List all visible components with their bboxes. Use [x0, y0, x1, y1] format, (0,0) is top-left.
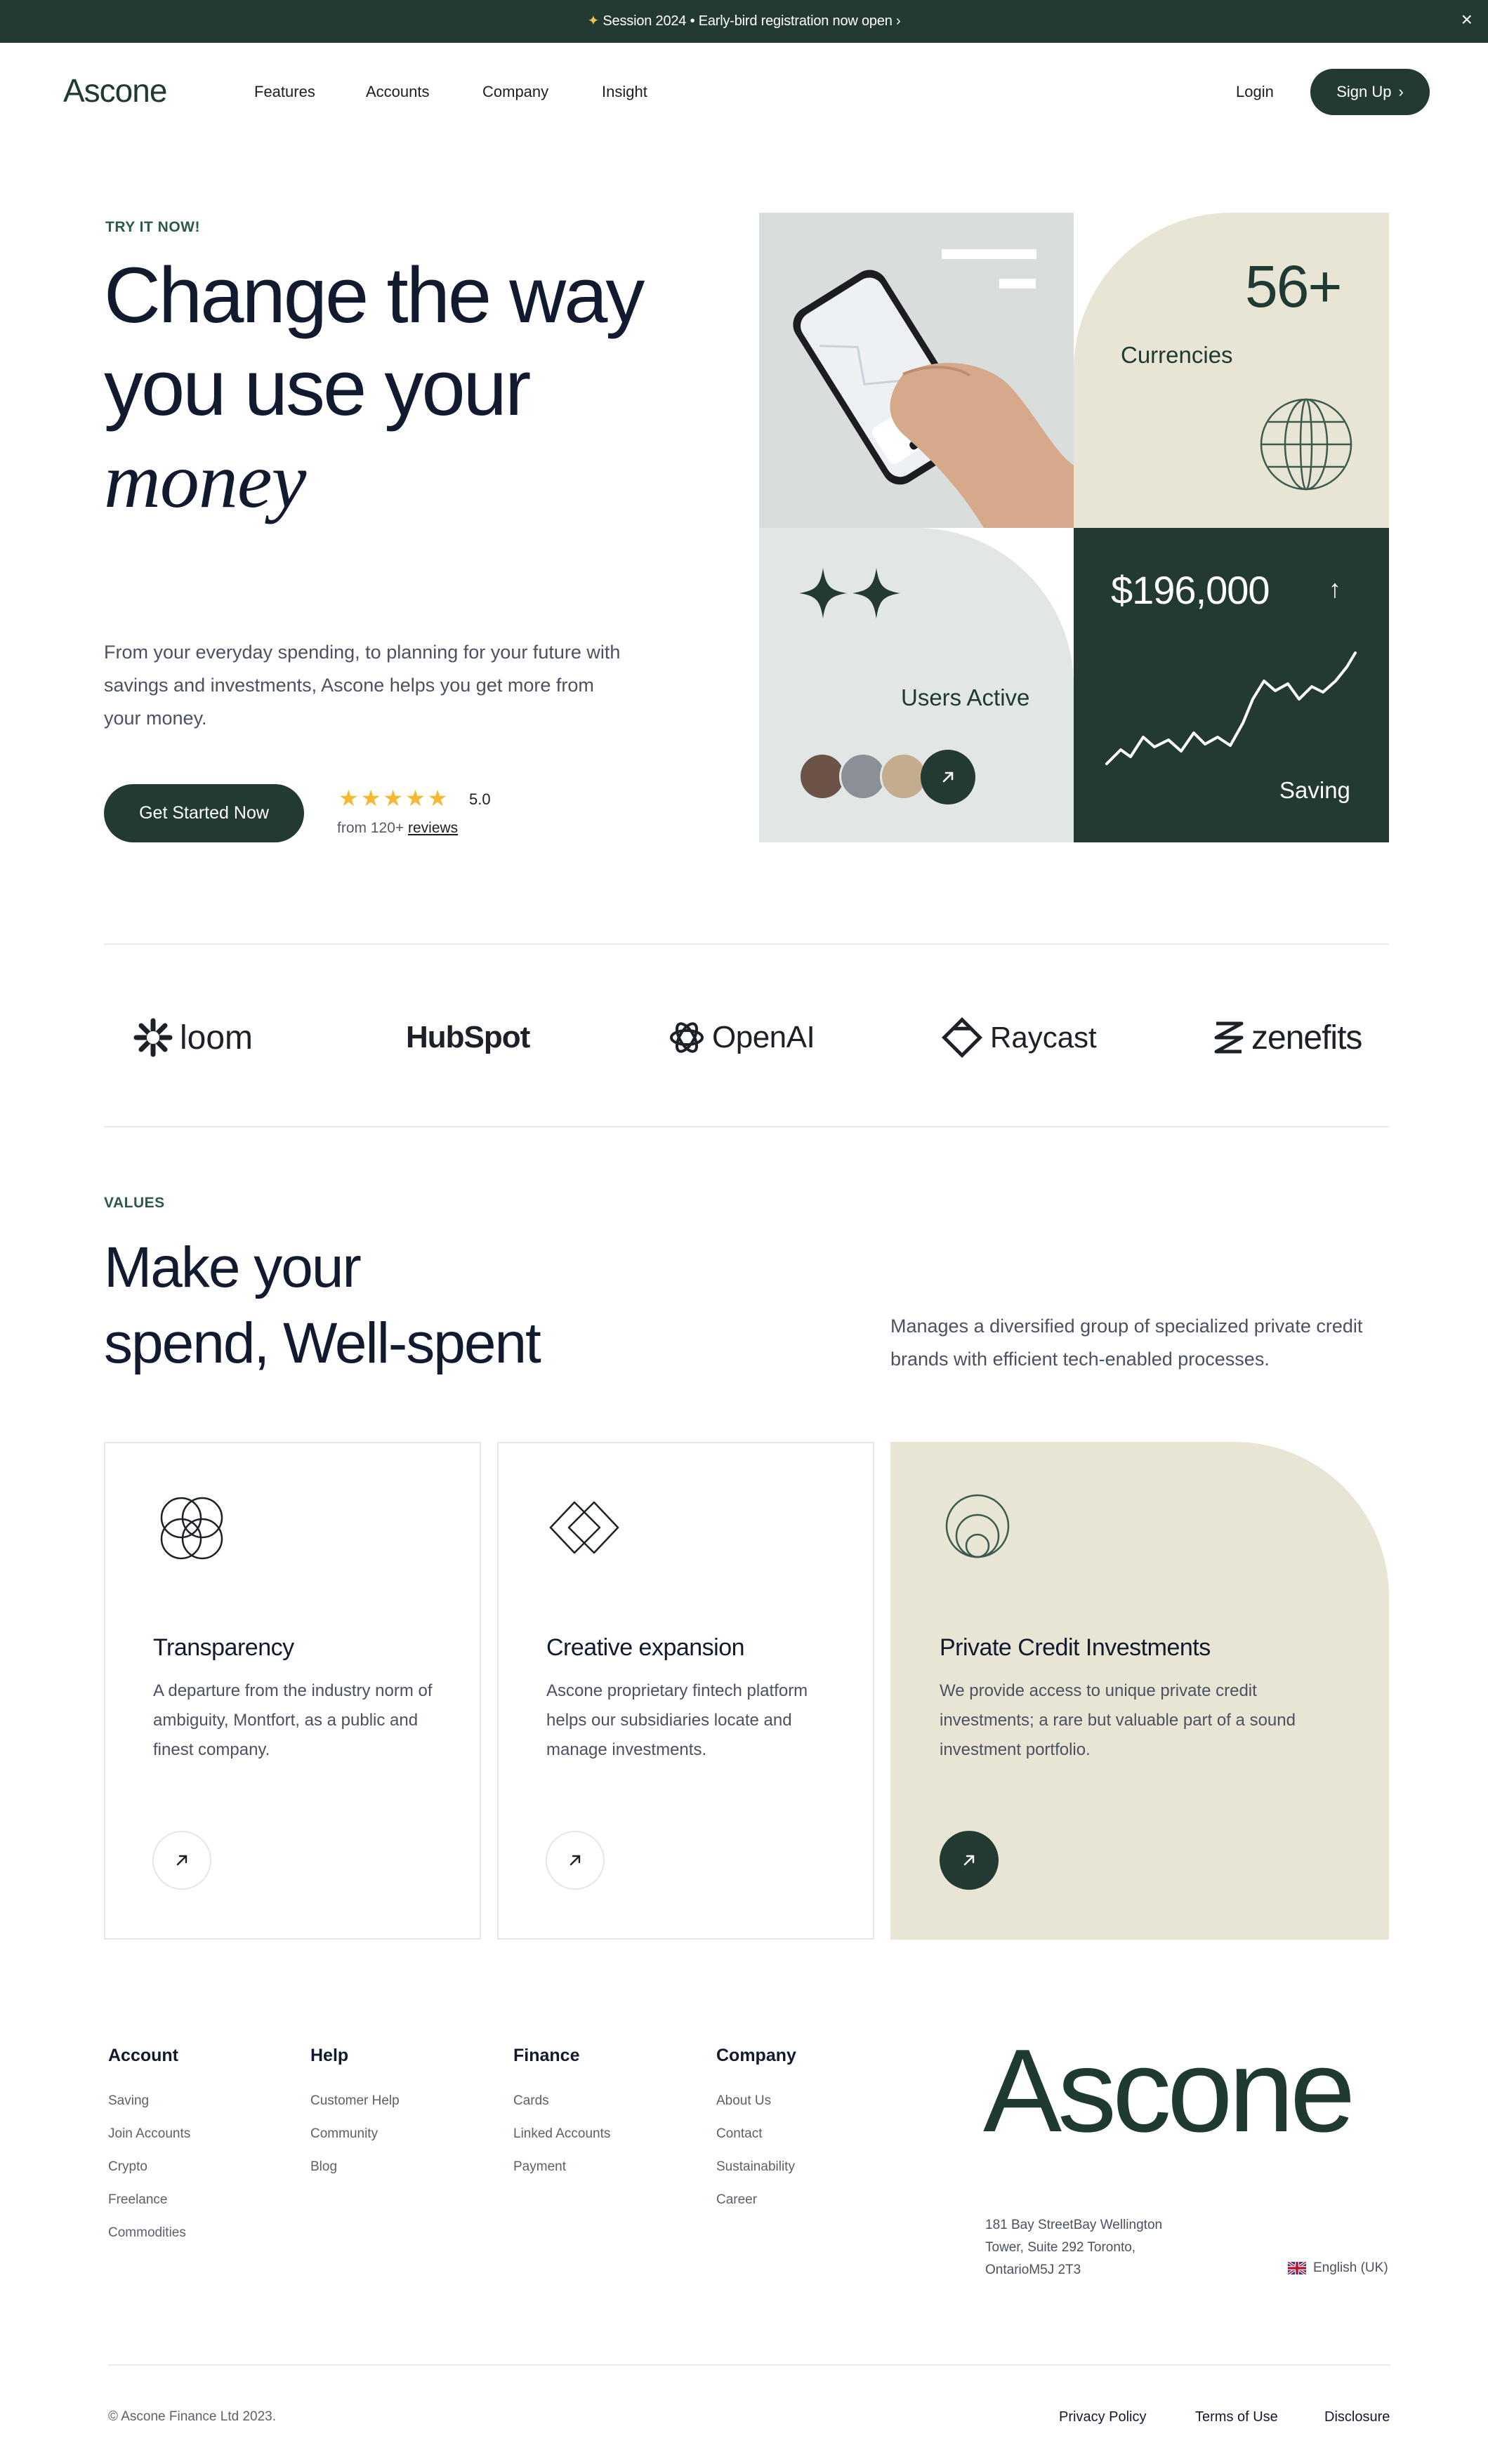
currencies-label: Currencies — [1121, 342, 1233, 368]
logo-raycast: Raycast — [941, 1011, 1097, 1064]
logo[interactable]: Ascone — [63, 72, 167, 110]
zenefits-icon — [1214, 1021, 1244, 1054]
card-title: Creative expansion — [546, 1634, 745, 1661]
chevron-right-icon: › — [896, 13, 901, 29]
footer-heading-finance: Finance — [513, 2046, 580, 2065]
sparkle-icon — [799, 568, 900, 618]
nav-insight[interactable]: Insight — [602, 83, 647, 101]
announcement-text[interactable]: ✦ Session 2024 • Early-bird registration… — [0, 12, 1488, 29]
card-description: A departure from the industry norm of am… — [153, 1681, 433, 1759]
uk-flag-icon — [1288, 2262, 1306, 2274]
terms-link[interactable]: Terms of Use — [1195, 2409, 1278, 2425]
nav-company[interactable]: Company — [482, 83, 548, 101]
raycast-icon — [942, 1017, 982, 1058]
saving-trend-line — [1105, 651, 1357, 765]
footer-logo: Ascone — [983, 2025, 1355, 2157]
openai-icon — [670, 1022, 704, 1053]
footer-link[interactable]: About Us — [716, 2093, 771, 2109]
hand-holding-phone-illustration — [793, 249, 1074, 528]
footer-link[interactable]: Career — [716, 2192, 757, 2208]
arrow-up-icon: ↑ — [1329, 574, 1341, 603]
footer-link[interactable]: Contact — [716, 2126, 762, 2142]
users-label: Users Active — [901, 684, 1030, 710]
arrow-up-right-icon — [963, 1855, 975, 1866]
card-arrow-button[interactable] — [940, 1831, 999, 1890]
hero-eyebrow: TRY IT NOW! — [105, 219, 200, 235]
footer-link[interactable]: Community — [310, 2126, 378, 2142]
chevron-right-icon: › — [1398, 83, 1404, 100]
get-started-button[interactable]: Get Started Now — [104, 784, 304, 842]
footer-link[interactable]: Freelance — [108, 2192, 168, 2208]
signup-button[interactable]: Sign Up › — [1310, 69, 1430, 115]
interlocking-diamonds-icon — [549, 1501, 619, 1554]
card-arrow-button[interactable] — [546, 1831, 605, 1890]
card-description: We provide access to unique private cred… — [940, 1681, 1296, 1759]
nested-circles-icon — [945, 1494, 1010, 1558]
loom-icon — [133, 1018, 173, 1057]
privacy-policy-link[interactable]: Privacy Policy — [1059, 2409, 1146, 2425]
reviews-count: from 120+ reviews — [337, 820, 459, 836]
footer-link[interactable]: Sustainability — [716, 2159, 795, 2175]
disclosure-link[interactable]: Disclosure — [1324, 2409, 1390, 2425]
rating-stars-icon: ★★★★★ — [338, 786, 450, 811]
divider — [104, 943, 1389, 945]
footer-link[interactable]: Customer Help — [310, 2093, 400, 2109]
phone-photo — [759, 213, 1074, 528]
copyright: © Ascone Finance Ltd 2023. — [108, 2409, 276, 2424]
currencies-value: 56+ — [1245, 253, 1342, 319]
footer-heading-account: Account — [108, 2046, 178, 2065]
login-link[interactable]: Login — [1236, 83, 1274, 101]
announcement-bar[interactable]: ✦ Session 2024 • Early-bird registration… — [0, 0, 1488, 43]
footer-link[interactable]: Saving — [108, 2093, 149, 2109]
hero-description: From your everyday spending, to planning… — [104, 642, 621, 729]
saving-value: $196,000 — [1111, 568, 1270, 612]
footer-link[interactable]: Crypto — [108, 2159, 147, 2175]
footer-link[interactable]: Cards — [513, 2093, 549, 2109]
hero-title-line1: Change the way — [104, 251, 645, 339]
footer-address: 181 Bay StreetBay Wellington Tower, Suit… — [985, 2218, 1163, 2277]
arrow-up-right-icon — [176, 1855, 187, 1866]
card-description: Ascone proprietary fintech platform help… — [546, 1681, 808, 1759]
values-description: Manages a diversified group of specializ… — [890, 1316, 1363, 1370]
party-icon: ✦ — [587, 13, 600, 29]
footer-link[interactable]: Blog — [310, 2159, 337, 2175]
card-title: Private Credit Investments — [940, 1634, 1211, 1661]
logo-loom: loom — [133, 1011, 253, 1064]
values-title-line1: Make your — [104, 1236, 362, 1299]
nav-features[interactable]: Features — [254, 83, 315, 101]
footer-link[interactable]: Commodities — [108, 2225, 186, 2241]
values-title: Make your spend, Well-spent — [104, 1230, 541, 1382]
language-selector[interactable]: English (UK) — [1288, 2260, 1388, 2276]
close-icon[interactable]: × — [1461, 9, 1473, 30]
arrow-up-right-icon — [942, 771, 954, 783]
reviews-link[interactable]: reviews — [408, 820, 458, 836]
logo-hubspot: HubSpot — [406, 1020, 530, 1054]
hero-title-line2: you use your — [104, 344, 531, 432]
footer-link[interactable]: Payment — [513, 2159, 566, 2175]
values-title-line2: spend, Well-spent — [104, 1311, 541, 1375]
arrow-up-right-icon — [569, 1855, 581, 1866]
footer-link[interactable]: Linked Accounts — [513, 2126, 610, 2142]
overlapping-circles-icon — [160, 1497, 223, 1560]
users-arrow-button[interactable] — [921, 750, 975, 804]
rating-value: 5.0 — [469, 790, 491, 808]
hero-title-line3: money — [104, 437, 306, 524]
divider — [108, 2364, 1390, 2366]
logo-openai: OpenAI — [669, 1011, 815, 1064]
footer-link[interactable]: Join Accounts — [108, 2126, 190, 2142]
nav-accounts[interactable]: Accounts — [366, 83, 430, 101]
footer-heading-company: Company — [716, 2046, 796, 2065]
hero-title: Change the way you use your money — [104, 249, 645, 527]
logo-zenefits: zenefits — [1213, 1011, 1362, 1064]
card-title: Transparency — [153, 1634, 294, 1661]
signup-label: Sign Up — [1336, 83, 1392, 100]
divider — [104, 1126, 1389, 1127]
saving-label: Saving — [1279, 777, 1350, 803]
footer-heading-help: Help — [310, 2046, 349, 2065]
card-arrow-button[interactable] — [152, 1831, 211, 1890]
values-eyebrow: VALUES — [104, 1195, 165, 1211]
globe-icon — [1260, 398, 1352, 491]
